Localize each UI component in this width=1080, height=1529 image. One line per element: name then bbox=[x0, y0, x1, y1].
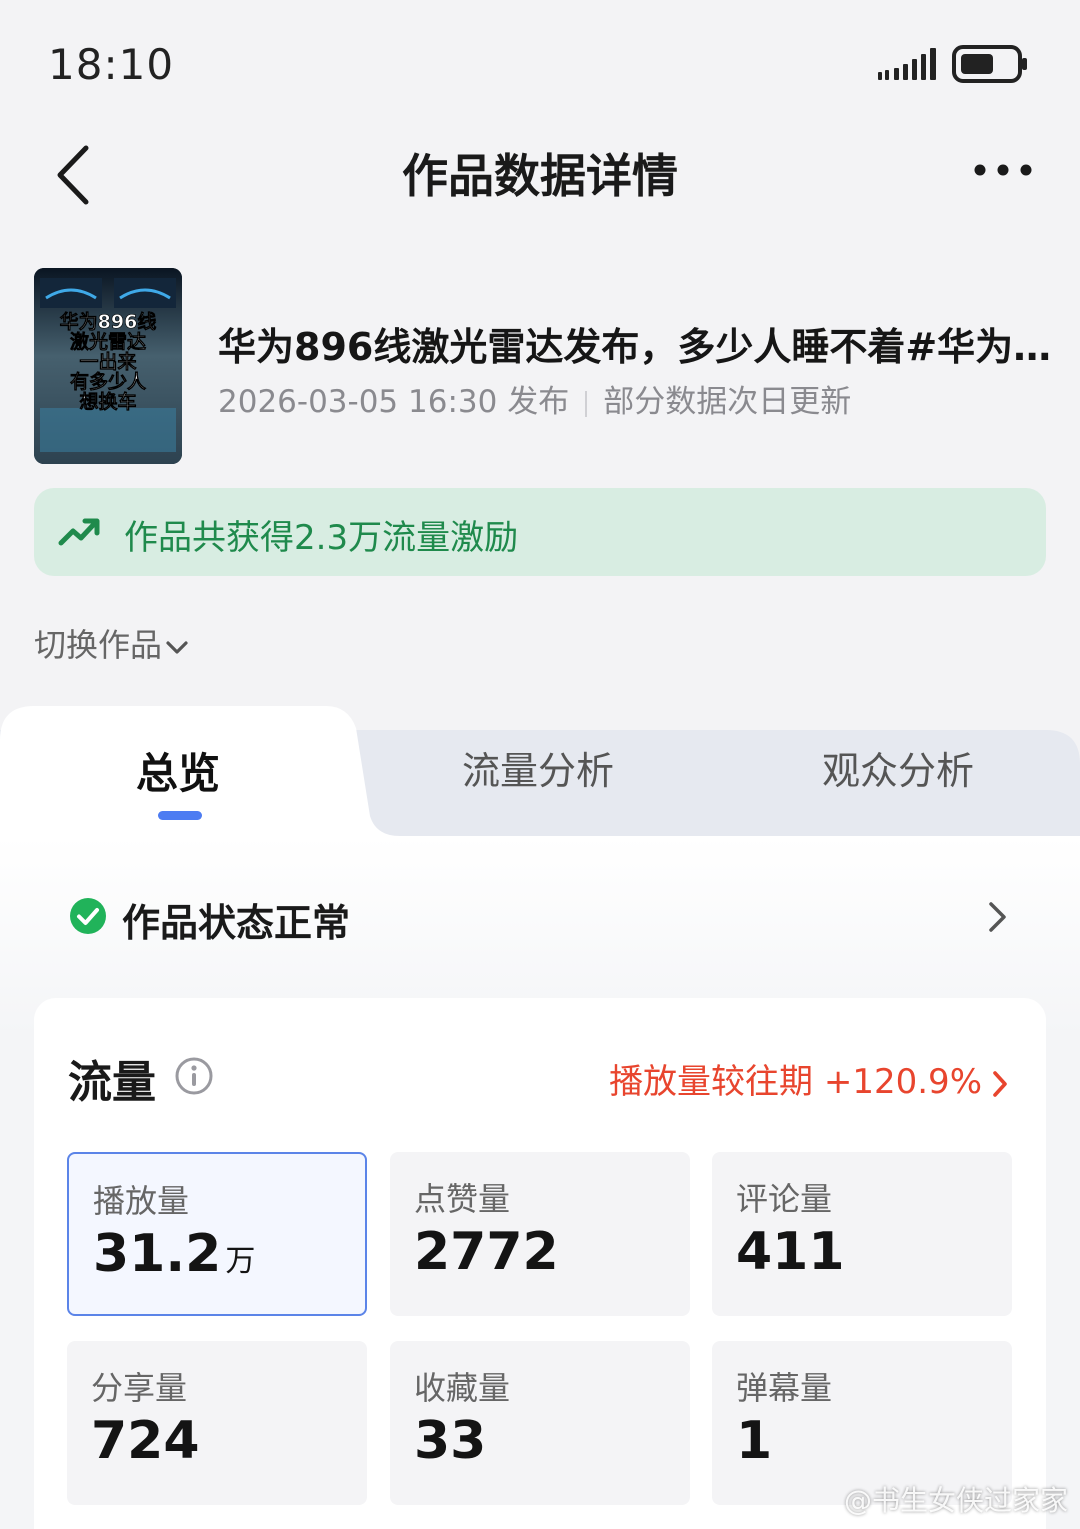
tab-audience-analysis[interactable]: 观众分析 bbox=[822, 740, 974, 795]
metric-label: 点赞量 bbox=[414, 1180, 511, 1218]
metric-shares[interactable]: 分享量 724 bbox=[67, 1341, 367, 1505]
meta-divider bbox=[585, 390, 588, 417]
metric-label: 评论量 bbox=[736, 1180, 833, 1218]
page-title: 作品数据详情 bbox=[402, 149, 678, 203]
status-bar: 18:10 bbox=[0, 0, 1080, 120]
metric-number: 31.2 bbox=[93, 1224, 222, 1284]
check-circle-icon bbox=[70, 898, 106, 934]
work-status-row[interactable]: 作品状态正常 bbox=[0, 870, 1080, 960]
play-compare-text: 播放量较往期 +120.9% bbox=[609, 1062, 982, 1102]
traffic-card-title: 流量 bbox=[68, 1057, 156, 1108]
video-title[interactable]: 华为896线激光雷达发布，多少人睡不着#华为#激光雷达 bbox=[218, 316, 1066, 371]
metric-value: 1 bbox=[736, 1411, 773, 1471]
trending-up-icon bbox=[58, 518, 100, 546]
metric-value: 411 bbox=[736, 1222, 845, 1282]
thumb-text-4: 有多少人 bbox=[70, 370, 147, 393]
metric-label: 播放量 bbox=[93, 1182, 190, 1220]
switch-work-label: 切换作品 bbox=[34, 626, 163, 664]
metric-plays[interactable]: 播放量 31.2 万 bbox=[67, 1152, 367, 1316]
thumb-text-2: 激光雷达 bbox=[70, 330, 146, 353]
status-time: 18:10 bbox=[48, 40, 175, 89]
traffic-card: 流量 播放量较往期 +120.9% 播放量 31.2 万 点赞量 2772 评论量… bbox=[34, 998, 1046, 1529]
tab-traffic-analysis[interactable]: 流量分析 bbox=[462, 740, 614, 795]
switch-work-button[interactable]: 切换作品 bbox=[34, 620, 190, 666]
watermark: @书生女侠过家家 bbox=[843, 1484, 1068, 1517]
metric-value: 31.2 万 bbox=[93, 1224, 255, 1284]
metric-unit: 万 bbox=[225, 1244, 256, 1279]
thumb-text-3: 一出来 bbox=[79, 350, 136, 373]
metric-label: 分享量 bbox=[91, 1369, 188, 1407]
metric-value: 2772 bbox=[414, 1222, 559, 1282]
metric-label: 收藏量 bbox=[414, 1369, 511, 1407]
thumb-text-1: 华为896线 bbox=[60, 310, 157, 333]
signal-icon bbox=[878, 48, 936, 80]
publish-time: 2026-03-05 16:30 发布 bbox=[218, 384, 570, 420]
work-status-text: 作品状态正常 bbox=[122, 901, 351, 945]
chevron-right-red-icon bbox=[993, 1070, 1007, 1097]
metric-comments[interactable]: 评论量 411 bbox=[712, 1152, 1012, 1316]
play-compare-link[interactable]: 播放量较往期 +120.9% bbox=[609, 1054, 1010, 1103]
tab-overview[interactable]: 总览 bbox=[136, 740, 220, 801]
video-meta: 2026-03-05 16:30 发布 部分数据次日更新 bbox=[218, 376, 851, 421]
info-icon[interactable] bbox=[174, 1056, 214, 1096]
video-thumbnail[interactable]: 华为896线 激光雷达 一出来 有多少人 想换车 bbox=[34, 268, 182, 464]
active-tab-indicator bbox=[158, 811, 202, 820]
more-icon[interactable] bbox=[966, 150, 1040, 190]
banner-text: 作品共获得2.3万流量激励 bbox=[124, 518, 519, 558]
battery-icon bbox=[952, 45, 1027, 83]
metric-favorites[interactable]: 收藏量 33 bbox=[390, 1341, 690, 1505]
metric-value: 33 bbox=[414, 1411, 487, 1471]
chevron-right-icon bbox=[989, 902, 1006, 932]
traffic-incentive-banner[interactable]: 作品共获得2.3万流量激励 bbox=[34, 488, 1046, 576]
thumb-text-5: 想换车 bbox=[79, 390, 136, 413]
chevron-down-icon bbox=[166, 641, 188, 654]
screen: 18:10 作品数据详情 华为896线 激光雷达 一出来 有多少人 想换车 华为… bbox=[0, 0, 1080, 1529]
metric-label: 弹幕量 bbox=[736, 1369, 833, 1407]
update-note: 部分数据次日更新 bbox=[603, 384, 852, 420]
metric-likes[interactable]: 点赞量 2772 bbox=[390, 1152, 690, 1316]
metric-value: 724 bbox=[91, 1411, 200, 1471]
